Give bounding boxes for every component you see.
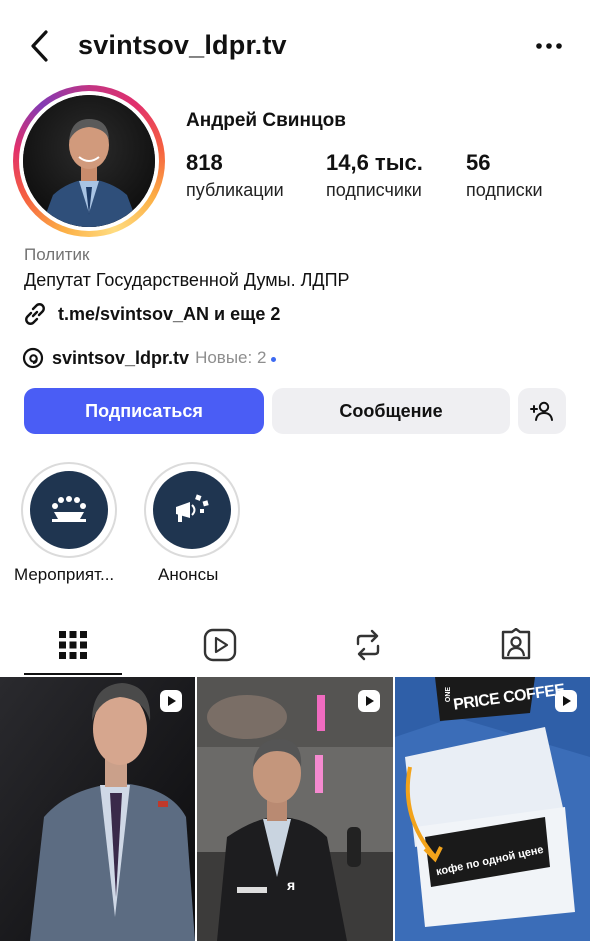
profile-category: Политик (24, 245, 90, 264)
megaphone-icon (176, 494, 209, 522)
link-icon (25, 303, 45, 325)
threads-badge[interactable]: svintsov_ldpr.tv Новые: 2 (22, 345, 277, 371)
highlight-label-announcements: Анонсы (158, 565, 219, 584)
following-label: подписки (466, 180, 543, 200)
external-link[interactable]: t.me/svintsov_AN и еще 2 (22, 301, 280, 327)
reel-badge-icon (555, 690, 577, 712)
suggested-users-button[interactable] (518, 388, 566, 434)
post-caption: я (287, 877, 296, 893)
back-arrow-icon (31, 30, 48, 62)
story-ring[interactable] (13, 85, 165, 237)
add-person-icon (530, 401, 553, 421)
threads-new-count: Новые: 2 (195, 348, 267, 367)
top-bar: svintsov_ldpr.tv (0, 0, 590, 90)
grid-icon (59, 631, 87, 659)
link-text: t.me/svintsov_AN и еще 2 (58, 303, 281, 324)
tab-reposts[interactable] (348, 625, 388, 665)
tab-tagged[interactable] (496, 625, 536, 665)
full-name: Андрей Свинцов (186, 110, 346, 131)
profile-username: svintsov_ldpr.tv (78, 30, 287, 60)
tagged-icon (501, 628, 531, 660)
posts-label: публикации (186, 180, 284, 200)
more-options-button[interactable] (534, 36, 564, 56)
profile-bio: Депутат Государственной Думы. ЛДПР (24, 270, 350, 290)
back-button[interactable] (26, 28, 56, 64)
posts-count: 818 (186, 150, 223, 175)
threads-icon (22, 347, 44, 369)
followers-count: 14,6 тыс. (326, 150, 423, 175)
new-indicator-dot (271, 356, 277, 362)
highlight-announcements[interactable] (144, 462, 240, 558)
content-tabs (0, 605, 590, 675)
grid-post-1[interactable] (0, 677, 195, 941)
followers-label: подписчики (326, 180, 422, 200)
grid-post-2[interactable]: я (197, 677, 393, 941)
tab-reels[interactable] (200, 625, 240, 665)
highlight-events[interactable] (21, 462, 117, 558)
active-tab-indicator (24, 673, 122, 675)
reels-icon (203, 628, 237, 662)
reel-badge-icon (160, 690, 182, 712)
highlight-label-events: Мероприят... (14, 565, 115, 584)
sign-small-text: ONE (445, 686, 453, 703)
more-dots-icon (536, 43, 562, 49)
following-stat[interactable]: 56 подписки (466, 150, 543, 201)
posts-stat[interactable]: 818 публикации (186, 150, 284, 201)
follow-button[interactable]: Подписаться (24, 388, 264, 434)
grid-post-3[interactable]: ONE PRICE COFFEE кофе по одной цене (395, 677, 590, 941)
threads-handle: svintsov_ldpr.tv (52, 347, 190, 368)
avatar (23, 95, 155, 227)
tab-posts[interactable] (53, 625, 93, 665)
meeting-table-icon (52, 496, 86, 522)
followers-stat[interactable]: 14,6 тыс. подписчики (326, 150, 423, 201)
repost-icon (356, 629, 380, 661)
posts-grid: я ONE PRICE COFFEE кофе по одной цене (0, 677, 590, 941)
reel-badge-icon (358, 690, 380, 712)
message-button[interactable]: Сообщение (272, 388, 510, 434)
following-count: 56 (466, 150, 491, 175)
